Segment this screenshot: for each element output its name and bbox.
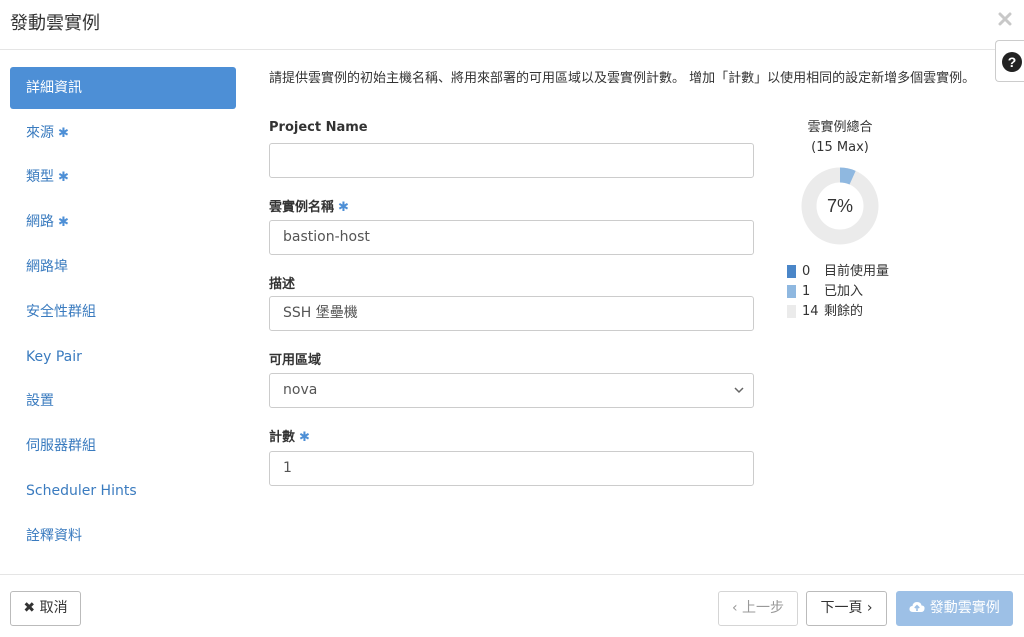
sidebar-item[interactable]: 詳細資訊 (10, 67, 236, 109)
sidebar-item[interactable]: 詮釋資料 (10, 515, 236, 557)
required-icon: ✱ (299, 430, 310, 445)
sidebar-item[interactable]: 來源 ✱ (10, 112, 236, 154)
sidebar-item[interactable]: 伺服器群組 (10, 425, 236, 467)
sidebar-item[interactable]: Key Pair (10, 336, 236, 378)
availability-zone-select[interactable]: nova (269, 373, 754, 408)
launch-instance-button[interactable]: 發動雲實例 (896, 591, 1013, 626)
legend-label: 剩餘的 (824, 304, 864, 319)
legend-item: 14 剩餘的 (787, 302, 889, 322)
legend-count: 1 (802, 284, 811, 299)
description-input[interactable]: SSH 堡壘機 (269, 296, 754, 331)
legend-item: 0 目前使用量 (787, 262, 889, 282)
availability-zone-value: nova (283, 382, 318, 398)
quota-max: (15 Max) (811, 140, 869, 155)
sidebar-item-label: 來源 (26, 125, 54, 141)
intro-text: 請提供雲實例的初始主機名稱、將用來部署的可用區域以及雲實例計數。 增加「計數」以… (269, 71, 976, 86)
required-icon: ✱ (338, 200, 349, 215)
quota-summary: 雲實例總合 (15 Max) (780, 118, 900, 158)
modal-title: 發動雲實例 (10, 13, 100, 34)
sidebar-item-label: 設置 (26, 393, 54, 409)
sidebar-item-label: 伺服器群組 (26, 438, 96, 454)
legend-label: 已加入 (824, 284, 864, 299)
required-icon: ✱ (58, 126, 69, 141)
sidebar-item[interactable]: 設置 (10, 380, 236, 422)
close-icon-glyph (998, 12, 1012, 26)
sidebar-item[interactable]: 網路埠 (10, 246, 236, 288)
cancel-button[interactable]: ✖ 取消 (10, 591, 81, 626)
legend-label: 目前使用量 (824, 264, 890, 279)
legend-count: 0 (802, 264, 811, 279)
required-icon: ✱ (58, 215, 69, 230)
instance-name-input[interactable]: bastion-host (269, 220, 754, 255)
sidebar-item[interactable]: 安全性群組 (10, 291, 236, 333)
legend-item: 1 已加入 (787, 282, 889, 302)
instance-name-label-text: 雲實例名稱 (269, 200, 335, 215)
chevron-down-icon (733, 374, 745, 420)
quota-donut-chart: 7% (801, 167, 879, 245)
instance-name-label: 雲實例名稱 ✱ (269, 196, 349, 215)
sidebar-item-label: 安全性群組 (26, 304, 96, 320)
legend-swatch (787, 285, 796, 298)
legend-count: 14 (802, 304, 819, 319)
project-name-label: Project Name (269, 120, 368, 135)
sidebar-item[interactable]: 類型 ✱ (10, 156, 236, 198)
quota-title: 雲實例總合 (807, 120, 873, 135)
availability-zone-label: 可用區域 (269, 353, 322, 368)
sidebar-item-label: Key Pair (26, 349, 82, 365)
sidebar-item-label: 詮釋資料 (26, 528, 82, 544)
legend-swatch (787, 265, 796, 278)
modal-header: 發動雲實例 (0, 0, 1024, 50)
sidebar-item-label: Scheduler Hints (26, 483, 137, 499)
sidebar-item-label: 類型 (26, 169, 54, 185)
sidebar-item[interactable]: 網路 ✱ (10, 201, 236, 243)
project-name-input[interactable] (269, 143, 754, 178)
count-label-text: 計數 (269, 430, 296, 445)
sidebar-item-label: 詳細資訊 (26, 80, 82, 96)
next-button[interactable]: 下一頁 › (806, 591, 887, 626)
back-button[interactable]: ‹ 上一步 (718, 591, 798, 626)
quota-ring-added (839, 167, 856, 185)
description-label: 描述 (269, 277, 296, 292)
help-button[interactable]: ? (995, 40, 1024, 82)
count-label: 計數 ✱ (269, 426, 310, 445)
question-icon: ? (1002, 52, 1022, 72)
sidebar-item-label: 網路 (26, 214, 54, 230)
sidebar-item[interactable]: Scheduler Hints (10, 470, 236, 512)
close-icon[interactable] (998, 6, 1012, 32)
legend-swatch (787, 305, 796, 318)
sidebar-item-label: 網路埠 (26, 259, 68, 275)
close-icon: ✖ (23, 600, 36, 616)
launch-label: 發動雲實例 (929, 600, 1000, 616)
quota-legend: 0 目前使用量 1 已加入 14 剩餘的 (787, 262, 889, 322)
cancel-label: 取消 (39, 600, 68, 616)
cloud-upload-icon (909, 602, 925, 612)
required-icon: ✱ (58, 170, 69, 185)
quota-percent: 7% (827, 196, 853, 216)
count-input[interactable]: 1 (269, 451, 754, 486)
